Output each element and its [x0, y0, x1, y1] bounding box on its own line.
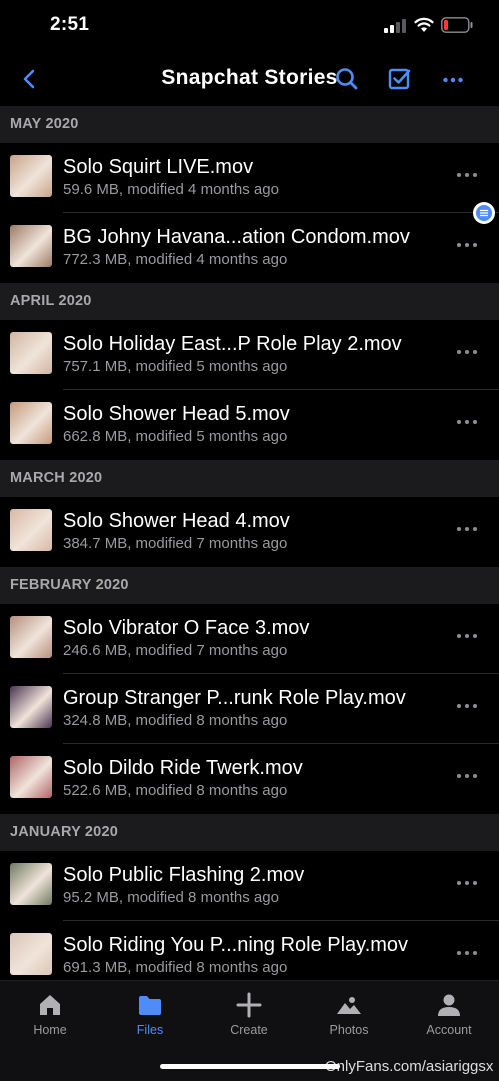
nav-bar: Snapchat Stories — [0, 54, 499, 106]
folder-icon — [139, 996, 161, 1015]
video-thumbnail — [10, 332, 52, 374]
list-item[interactable]: Solo Shower Head 4.mov 384.7 MB, modifie… — [0, 497, 499, 567]
tab-home[interactable]: Home — [0, 981, 100, 1051]
row-more-icon[interactable] — [455, 879, 479, 887]
tab-create[interactable]: Create — [199, 981, 299, 1051]
file-meta: 246.6 MB, modified 7 months ago — [63, 642, 288, 659]
section-header: FEBRUARY 2020 — [0, 567, 499, 604]
home-indicator — [160, 1064, 340, 1069]
list-item[interactable]: Solo Riding You P...ning Role Play.mov 6… — [0, 921, 499, 980]
list-item[interactable]: Solo Holiday East...P Role Play 2.mov 75… — [0, 320, 499, 390]
row-more-icon[interactable] — [455, 171, 479, 179]
row-more-icon[interactable] — [455, 348, 479, 356]
page-title: Snapchat Stories — [161, 66, 338, 89]
video-thumbnail — [10, 225, 52, 267]
file-name: Solo Shower Head 4.mov — [63, 510, 290, 532]
row-more-icon[interactable] — [455, 241, 479, 249]
status-time: 2:51 — [50, 14, 90, 35]
tab-photos[interactable]: Photos — [299, 981, 399, 1051]
more-options-icon[interactable] — [438, 64, 468, 94]
video-thumbnail — [10, 686, 52, 728]
file-meta: 691.3 MB, modified 8 months ago — [63, 959, 288, 976]
tab-label: Home — [33, 1023, 67, 1037]
section-header: MARCH 2020 — [0, 460, 499, 497]
cellular-signal-icon — [384, 19, 406, 33]
file-name: Solo Vibrator O Face 3.mov — [63, 617, 310, 639]
video-thumbnail — [10, 155, 52, 197]
tab-label: Files — [136, 1023, 164, 1037]
list-lines-icon — [476, 205, 492, 221]
file-meta: 772.3 MB, modified 4 months ago — [63, 251, 288, 268]
tab-label: Create — [230, 1023, 268, 1037]
home-icon — [40, 995, 60, 1015]
video-thumbnail — [10, 756, 52, 798]
video-thumbnail — [10, 402, 52, 444]
file-meta: 95.2 MB, modified 8 months ago — [63, 889, 279, 906]
file-meta: 59.6 MB, modified 4 months ago — [63, 181, 279, 198]
row-more-icon[interactable] — [455, 772, 479, 780]
battery-icon — [441, 17, 473, 33]
video-thumbnail — [10, 616, 52, 658]
video-thumbnail — [10, 509, 52, 551]
video-thumbnail — [10, 933, 52, 975]
list-item[interactable]: Group Stranger P...runk Role Play.mov 32… — [0, 674, 499, 744]
file-meta: 522.6 MB, modified 8 months ago — [63, 782, 288, 799]
row-more-icon[interactable] — [455, 949, 479, 957]
list-item[interactable]: Solo Vibrator O Face 3.mov 246.6 MB, mod… — [0, 604, 499, 674]
account-icon — [438, 994, 460, 1016]
list-item[interactable]: Solo Squirt LIVE.mov 59.6 MB, modified 4… — [0, 143, 499, 213]
watermark: OnlyFans.com/asiariggsx — [325, 1058, 494, 1075]
file-name: Group Stranger P...runk Role Play.mov — [63, 687, 406, 709]
tab-files[interactable]: Files — [100, 981, 200, 1051]
row-more-icon[interactable] — [455, 525, 479, 533]
file-name: Solo Public Flashing 2.mov — [63, 864, 305, 886]
row-more-icon[interactable] — [455, 632, 479, 640]
plus-icon — [236, 992, 262, 1018]
wifi-icon — [414, 17, 434, 32]
file-name: Solo Shower Head 5.mov — [63, 403, 290, 425]
row-more-icon[interactable] — [455, 702, 479, 710]
file-meta: 324.8 MB, modified 8 months ago — [63, 712, 288, 729]
file-list: MAY 2020 Solo Squirt LIVE.mov 59.6 MB, m… — [0, 106, 499, 980]
section-header: APRIL 2020 — [0, 283, 499, 320]
status-bar: 2:51 — [0, 0, 499, 54]
scroll-index-handle[interactable] — [473, 202, 495, 224]
tab-account[interactable]: Account — [399, 981, 499, 1051]
file-name: Solo Riding You P...ning Role Play.mov — [63, 934, 409, 956]
file-name: BG Johny Havana...ation Condom.mov — [63, 226, 410, 248]
section-header: MAY 2020 — [0, 106, 499, 143]
search-icon[interactable] — [332, 64, 362, 94]
file-meta: 757.1 MB, modified 5 months ago — [63, 358, 288, 375]
list-item[interactable]: Solo Public Flashing 2.mov 95.2 MB, modi… — [0, 851, 499, 921]
list-item[interactable]: Solo Dildo Ride Twerk.mov 522.6 MB, modi… — [0, 744, 499, 814]
tab-label: Photos — [329, 1023, 369, 1037]
file-name: Solo Dildo Ride Twerk.mov — [63, 757, 303, 779]
photos-icon — [337, 997, 361, 1014]
file-meta: 384.7 MB, modified 7 months ago — [63, 535, 288, 552]
file-name: Solo Squirt LIVE.mov — [63, 156, 254, 178]
row-more-icon[interactable] — [455, 418, 479, 426]
tab-label: Account — [426, 1023, 472, 1037]
video-thumbnail — [10, 863, 52, 905]
list-item[interactable]: BG Johny Havana...ation Condom.mov 772.3… — [0, 213, 499, 283]
file-meta: 662.8 MB, modified 5 months ago — [63, 428, 288, 445]
list-item[interactable]: Solo Shower Head 5.mov 662.8 MB, modifie… — [0, 390, 499, 460]
section-header: JANUARY 2020 — [0, 814, 499, 851]
select-checkbox-icon[interactable] — [385, 64, 415, 94]
file-name: Solo Holiday East...P Role Play 2.mov — [63, 333, 402, 355]
